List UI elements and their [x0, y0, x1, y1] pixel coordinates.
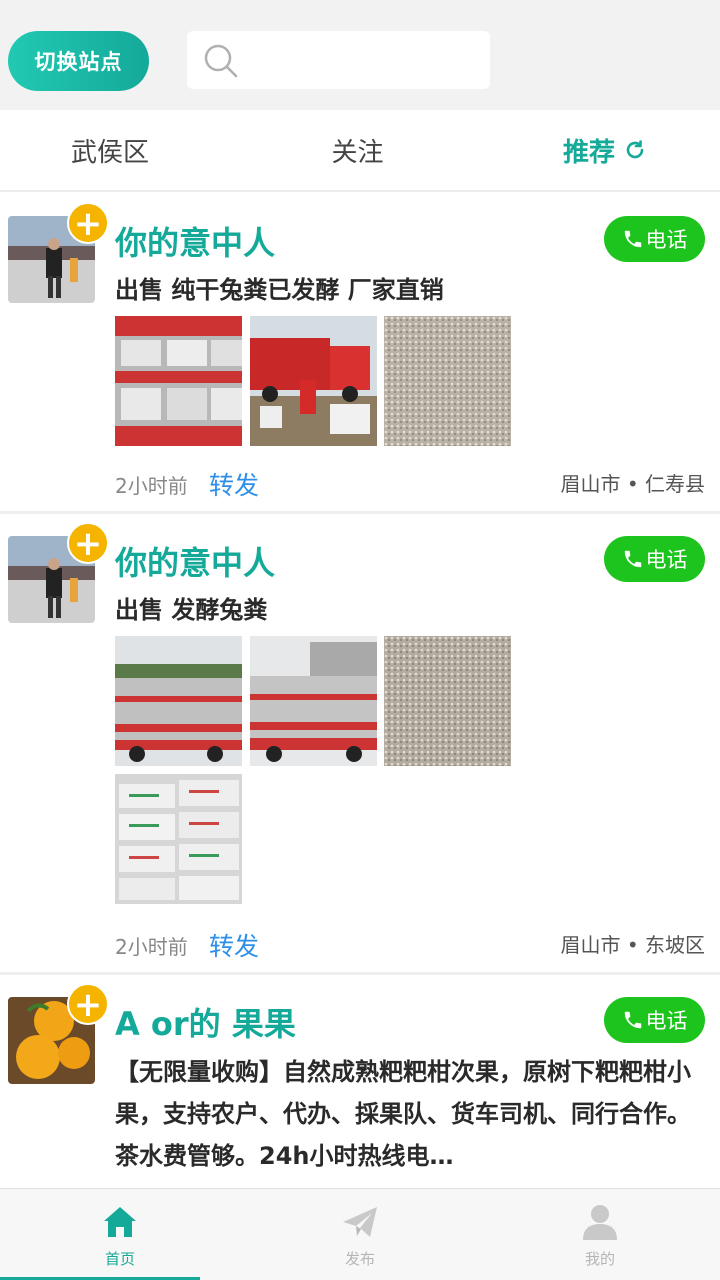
photo-grid: [115, 636, 515, 906]
nav-home[interactable]: 首页: [0, 1189, 240, 1280]
post-photo[interactable]: [115, 316, 242, 446]
follow-plus-icon[interactable]: +: [67, 522, 109, 564]
post-photo[interactable]: [250, 316, 377, 446]
follow-plus-icon[interactable]: +: [67, 983, 109, 1025]
call-button[interactable]: 电话: [604, 997, 705, 1043]
tab-recommend[interactable]: 推荐: [490, 110, 720, 190]
search-icon: [204, 44, 238, 78]
top-header: 切换站点: [0, 0, 720, 110]
search-input[interactable]: [187, 31, 490, 89]
post-card[interactable]: + 你的意中人 电话 出售 发酵兔粪 2小时前 转发 眉山市 • 东坡区: [0, 514, 720, 975]
phone-icon: [624, 230, 641, 248]
call-label: 电话: [645, 548, 688, 572]
nav-publish[interactable]: 发布: [240, 1189, 480, 1280]
post-location: 眉山市 • 仁寿县: [560, 472, 705, 496]
paper-plane-icon: [343, 1206, 377, 1237]
post-feed: + 你的意中人 电话 出售 纯干兔粪已发酵 厂家直销 2小时前 转发 眉山市 •…: [0, 194, 720, 1186]
call-label: 电话: [645, 1009, 688, 1033]
nav-home-label: 首页: [104, 1249, 135, 1268]
poster-name[interactable]: 你的意中人: [115, 538, 275, 584]
post-title[interactable]: 【无限量收购】自然成熟粑粑柑次果，原树下粑粑柑小果，支持农户、代办、採果队、货车…: [115, 1051, 705, 1177]
tab-recommend-label: 推荐: [562, 137, 615, 168]
post-time: 2小时前: [115, 474, 188, 498]
follow-plus-icon[interactable]: +: [67, 202, 109, 244]
phone-icon: [624, 1011, 641, 1029]
forward-link[interactable]: 转发: [209, 466, 259, 502]
post-card[interactable]: + 你的意中人 电话 出售 纯干兔粪已发酵 厂家直销 2小时前 转发 眉山市 •…: [0, 194, 720, 514]
post-title[interactable]: 出售 发酵兔粪: [115, 590, 705, 630]
tab-follow-label: 关注: [331, 137, 384, 168]
post-time: 2小时前: [115, 935, 188, 959]
forward-link[interactable]: 转发: [209, 927, 259, 963]
post-photo[interactable]: [384, 636, 511, 766]
nav-profile[interactable]: 我的: [480, 1189, 720, 1280]
category-tabs: 武侯区 关注 推荐: [0, 110, 720, 192]
post-location: 眉山市 • 东坡区: [560, 933, 705, 957]
post-photo[interactable]: [384, 316, 511, 446]
nav-profile-label: 我的: [584, 1249, 615, 1268]
tab-district-label: 武侯区: [70, 137, 149, 168]
user-icon: [583, 1204, 617, 1240]
poster-name[interactable]: 你的意中人: [115, 218, 275, 264]
post-photo[interactable]: [250, 636, 377, 766]
poster-name[interactable]: A or的 果果: [115, 999, 296, 1045]
tab-follow[interactable]: 关注: [250, 110, 465, 190]
post-card[interactable]: + A or的 果果 电话 【无限量收购】自然成熟粑粑柑次果，原树下粑粑柑小果，…: [0, 975, 720, 1186]
call-label: 电话: [645, 228, 688, 252]
call-button[interactable]: 电话: [604, 536, 705, 582]
call-button[interactable]: 电话: [604, 216, 705, 262]
post-photo[interactable]: [115, 636, 242, 766]
post-title[interactable]: 出售 纯干兔粪已发酵 厂家直销: [115, 270, 705, 310]
nav-publish-label: 发布: [344, 1249, 375, 1268]
phone-icon: [624, 550, 641, 568]
home-icon: [104, 1206, 136, 1237]
tab-district[interactable]: 武侯区: [0, 110, 220, 190]
refresh-icon[interactable]: [623, 138, 647, 162]
bottom-nav: 首页 发布 我的: [0, 1188, 720, 1280]
post-photo[interactable]: [115, 774, 242, 904]
photo-grid: [115, 316, 515, 446]
switch-site-button[interactable]: 切换站点: [8, 31, 149, 91]
